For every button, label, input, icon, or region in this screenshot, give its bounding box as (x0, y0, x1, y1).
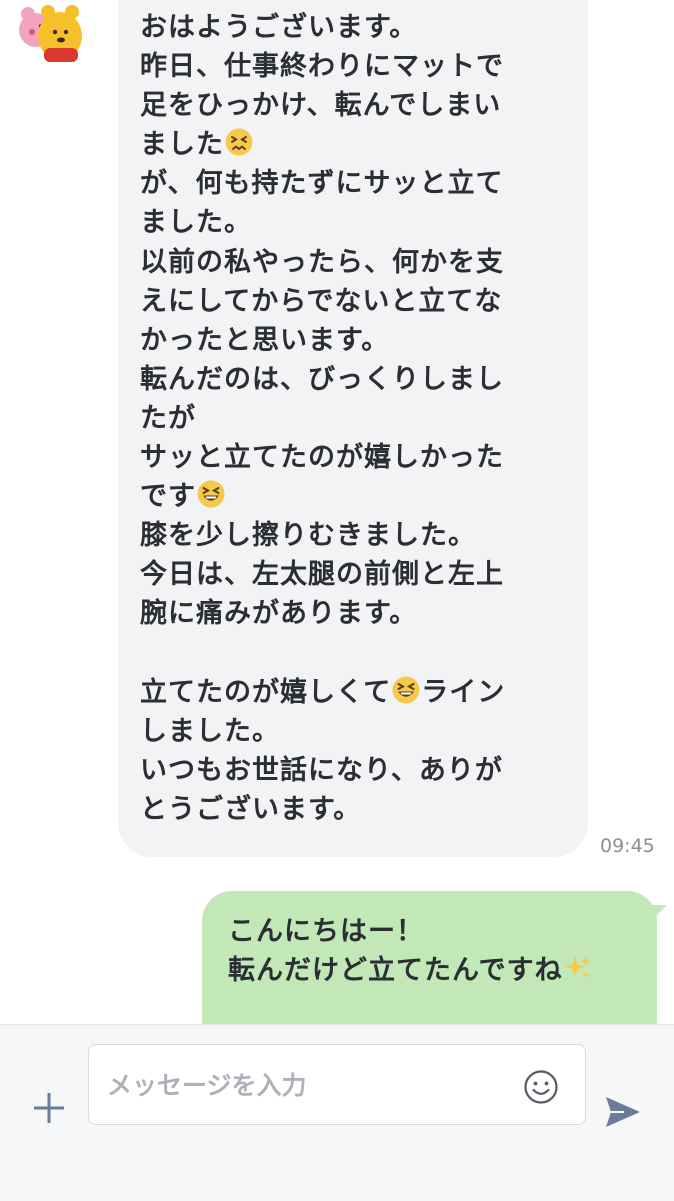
incoming-line-text: たが (140, 402, 196, 434)
emoji-button[interactable] (523, 1069, 559, 1105)
message-composer-bar (0, 1024, 674, 1201)
incoming-message-line: です (140, 477, 588, 516)
smiley-face-icon (524, 1070, 558, 1104)
incoming-message-line: とうございます。 (140, 790, 588, 829)
incoming-line-text: 以前の私やったら、何かを支 (140, 246, 504, 278)
incoming-message-line: 昨日、仕事終わりにマットで (140, 47, 588, 86)
outgoing-message-line: 転んだけど立てたんですね (228, 951, 657, 990)
incoming-line-text: 膝を少し擦りむきました。 (140, 520, 476, 552)
incoming-message-line: おはようございます。 (140, 8, 588, 47)
incoming-line-text: 昨日、仕事終わりにマットで (140, 51, 504, 83)
incoming-message-line: いつもお世話になり、ありが (140, 751, 588, 790)
incoming-message-line: ました。 (140, 203, 588, 242)
incoming-message-line: たが (140, 399, 588, 438)
incoming-line-text: です (140, 481, 196, 513)
outgoing-message-line: こんにちはー！ (228, 916, 424, 947)
incoming-message-line: ました (140, 125, 588, 164)
incoming-message-line: しました。 (140, 712, 588, 751)
incoming-line-text: いつもお世話になり、ありが (140, 754, 503, 786)
incoming-message-text: おはようございます。昨日、仕事終わりにマットで 足をひっかけ、転んでしまい ましたが… (140, 8, 588, 829)
sender-avatar[interactable] (14, 0, 90, 68)
incoming-line-text: とうございます。 (140, 793, 362, 825)
message-timestamp: 09:45 (600, 835, 655, 857)
pooh-sticker-avatar-icon (19, 5, 82, 62)
incoming-line-text: えにしてからでないと立てな (140, 285, 503, 317)
incoming-line-text: かったと思います。 (140, 324, 390, 356)
incoming-line-text: ライン (421, 676, 506, 708)
plus-icon (34, 1093, 64, 1123)
incoming-message-line (140, 634, 588, 673)
send-button[interactable] (604, 1095, 642, 1129)
incoming-line-text: 足をひっかけ、転んでしまい (140, 90, 502, 122)
grinning-squinting-face-icon (197, 480, 225, 508)
incoming-message-line: サッと立てたのが嬉しかった (140, 438, 588, 477)
incoming-message-line: が、何も持たずにサッと立て (140, 164, 588, 203)
incoming-line-text: 立てたのが嬉しくて (140, 676, 392, 708)
incoming-line-text: 腕に痛みがあります。 (140, 598, 418, 630)
incoming-message-line: 足をひっかけ、転んでしまい (140, 86, 588, 125)
outgoing-message-text: 転んだけど立てたんですね (228, 955, 563, 986)
incoming-line-text: 今日は、左太腿の前側と左上 (140, 559, 504, 591)
add-attachment-button[interactable] (32, 1091, 66, 1125)
incoming-message-line: 立てたのが嬉しくて ライン (140, 673, 588, 712)
sparkles-icon (564, 956, 591, 979)
chat-area[interactable]: おはようございます。昨日、仕事終わりにマットで 足をひっかけ、転んでしまい ましたが… (0, 0, 674, 1024)
incoming-message-line: かったと思います。 (140, 321, 588, 360)
incoming-line-text: ました。 (140, 207, 252, 239)
grinning-squinting-face-icon (392, 676, 420, 704)
incoming-line-text: しました。 (140, 715, 280, 747)
incoming-line-text: 転んだのは、びっくりしまし (140, 363, 504, 395)
incoming-line-text: サッと立てたのが嬉しかった (140, 442, 504, 474)
persevering-face-icon (225, 128, 253, 156)
incoming-line-text: おはようございます。 (140, 12, 418, 43)
incoming-message-line: 腕に痛みがあります。 (140, 594, 588, 633)
incoming-message-line: えにしてからでないと立てな (140, 282, 588, 321)
incoming-message-line: 今日は、左太腿の前側と左上 (140, 555, 588, 594)
incoming-message-line: 以前の私やったら、何かを支 (140, 243, 588, 282)
incoming-message-bubble[interactable]: おはようございます。昨日、仕事終わりにマットで 足をひっかけ、転んでしまい ましたが… (118, 0, 588, 857)
incoming-line-text: が、何も持たずにサッと立て (140, 168, 504, 200)
incoming-line-text: ました (140, 129, 224, 161)
outgoing-message-bubble[interactable]: こんにちはー！ 転んだけど立てたんですね (202, 891, 667, 1024)
send-arrow-icon (606, 1097, 640, 1127)
incoming-message-line: 転んだのは、びっくりしまし (140, 360, 588, 399)
message-input[interactable] (107, 1063, 507, 1107)
incoming-message-line: 膝を少し擦りむきました。 (140, 516, 588, 555)
message-input-box[interactable] (88, 1044, 586, 1125)
